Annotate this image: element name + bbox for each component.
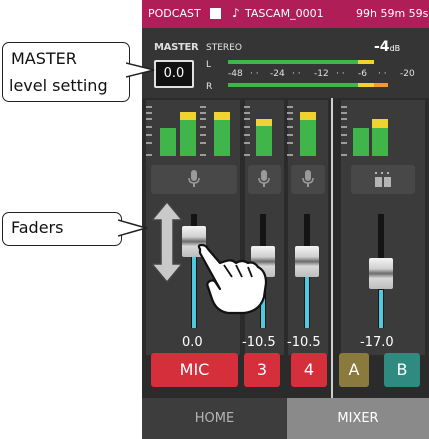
scale-tick-label: -20 [400,69,415,79]
master-callout-pointer [126,62,155,78]
channel-value-mic: 0.0 [182,335,203,350]
scale-dots: · · [292,69,301,79]
meter-bar [214,120,230,156]
channel-button-mic[interactable]: MIC [151,353,238,387]
meter-bar [180,120,196,156]
meter-bar [353,128,369,156]
tab-home[interactable]: HOME [142,398,287,439]
channel-ab-settings-button[interactable] [351,165,415,194]
meter-bar [160,128,176,156]
status-bar: PODCAST ♪ TASCAM_0001 99h 59m 59s [142,0,429,28]
channel-button-a[interactable]: A [339,353,369,387]
bottom-tabs: HOME MIXER [142,398,429,439]
stereo-pair-icon [375,172,391,187]
meter-bar [256,119,272,126]
music-note-icon: ♪ [232,6,240,20]
master-callout-line1: MASTER [11,49,77,68]
meter-bar [300,112,316,120]
channel-mic-settings-button[interactable] [151,165,237,194]
scale-tick-label: -48 [228,69,243,79]
mode-label: PODCAST [148,7,201,20]
scale-tick-label: -6 [358,69,367,79]
channel-value-4: -10.5 [287,335,321,350]
remaining-time: 99h 59m 59s [356,7,429,20]
meter-left [228,60,358,64]
meter-right-orange [374,83,388,87]
meter-right-yellow [358,83,374,87]
scale-tick-label: -24 [270,69,285,79]
meter-bar [256,126,272,156]
master-divider [331,98,333,438]
drag-arrow-icon [152,202,182,282]
faders-callout-pointer [118,219,148,237]
fader-knob-4[interactable] [295,246,319,277]
master-label: MASTER [154,42,199,53]
master-callout-line2: level setting [9,76,108,95]
hand-pointer-icon [197,243,268,315]
channel-button-3[interactable]: 3 [244,353,280,387]
meter-bar [180,112,196,120]
tab-mixer[interactable]: MIXER [287,398,429,439]
meter-bar [372,119,388,128]
channel-right-label: R [206,82,213,92]
meter-bar [214,112,230,120]
master-section: MASTER 0.0 STEREO -4dB L R -48 · · -24 ·… [142,28,429,98]
microphone-icon [302,170,314,187]
scale-dots: · · [336,69,345,79]
master-callout: MASTER level setting [2,42,130,102]
faders-callout-label: Faders [11,218,64,237]
mixer-screen: PODCAST ♪ TASCAM_0001 99h 59m 59s MASTER… [142,0,429,439]
master-peak-db: -4dB [374,39,401,55]
scale-tick-label: -12 [314,69,329,79]
channel-value-ab: -17.0 [360,335,394,350]
stereo-label: STEREO [206,43,242,53]
faders-callout: Faders [2,212,122,246]
channel-4-settings-button[interactable] [291,165,325,194]
scale-dots: · · [378,69,387,79]
meter-right [228,83,358,87]
channel-button-4[interactable]: 4 [291,353,327,387]
meter-left-yellow [358,60,374,64]
record-status-box [210,8,221,19]
meter-bar [372,128,388,156]
scale-dots: · · [250,69,259,79]
fader-knob-ab[interactable] [369,258,393,289]
channel-button-b[interactable]: B [384,353,420,387]
meter-scale: -48 · · -24 · · -12 · · -6 · · -20 [228,69,424,80]
microphone-icon [188,170,200,187]
channel-left-label: L [206,60,212,70]
channel-value-3: -10.5 [242,335,276,350]
master-level-button[interactable]: 0.0 [154,60,194,88]
channel-3-settings-button[interactable] [248,165,281,194]
microphone-icon [258,170,270,187]
meter-bar [300,120,316,156]
file-name: TASCAM_0001 [245,7,324,20]
